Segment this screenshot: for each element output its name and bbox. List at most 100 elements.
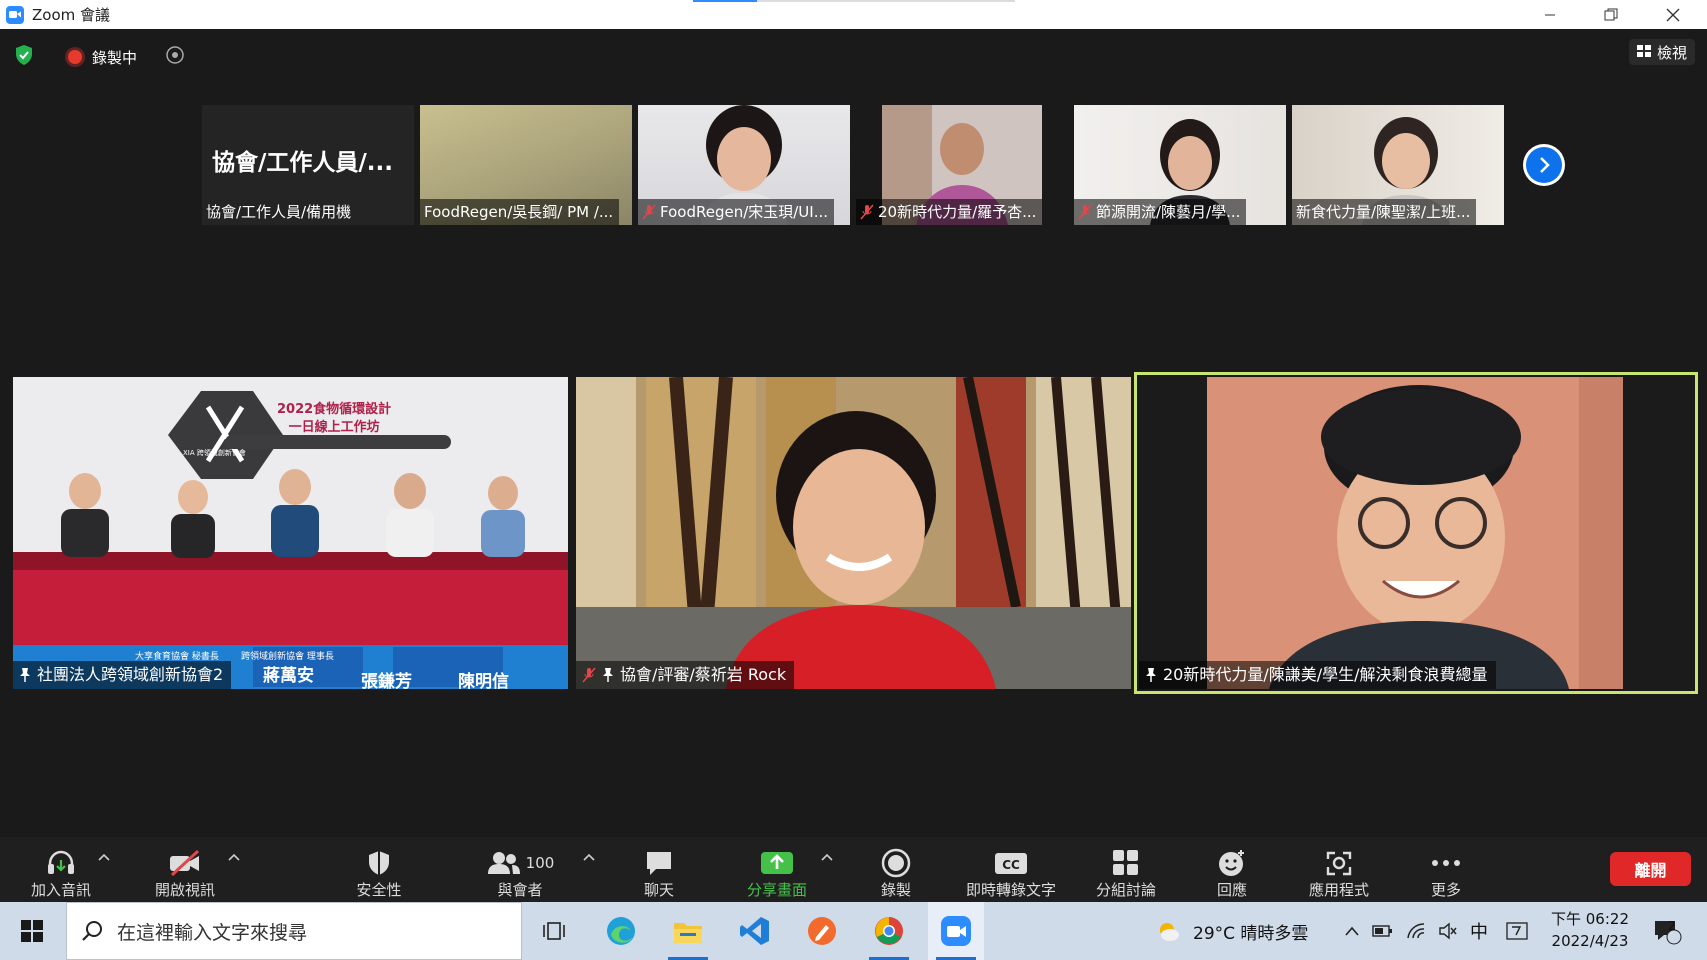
meeting-area: 錄製中 檢視 協會/工作人員/... 協會/工作人員/備用機 FoodRegen… bbox=[0, 29, 1707, 837]
meeting-status-bar: 錄製中 bbox=[14, 43, 185, 71]
live-transcript-label: 即時轉錄文字 bbox=[965, 881, 1056, 899]
zoom-app: Zoom 會議 錄製中 檢視 協會/工作人員/... 協會/工作人員/備用機 F… bbox=[0, 0, 1707, 960]
video-tile[interactable]: 協會/評審/蔡祈岩 Rock bbox=[576, 377, 1131, 689]
reactions-button[interactable]: 回應 bbox=[1193, 837, 1271, 902]
partly-cloudy-icon bbox=[1160, 923, 1179, 941]
participants-count: 100 bbox=[525, 854, 555, 872]
chevron-up-icon bbox=[1345, 926, 1359, 936]
notifications-button[interactable]: 2 bbox=[1652, 902, 1682, 960]
encryption-shield-icon[interactable] bbox=[14, 44, 34, 70]
battery-status[interactable] bbox=[1372, 902, 1394, 960]
recording-control-icon[interactable] bbox=[165, 45, 185, 69]
vscode-app-button[interactable] bbox=[727, 902, 783, 960]
ime-indicator[interactable]: 中 bbox=[1470, 902, 1488, 960]
participants-button[interactable]: 100 與會者 bbox=[482, 837, 558, 902]
share-screen-icon bbox=[760, 846, 794, 880]
record-icon bbox=[881, 846, 911, 880]
more-label: 更多 bbox=[1430, 881, 1461, 899]
muted-mic-icon bbox=[582, 667, 596, 683]
clock-time: 下午 06:22 bbox=[1551, 910, 1629, 928]
start-button[interactable] bbox=[0, 902, 64, 960]
pen-app-icon bbox=[808, 917, 836, 945]
recording-dot-icon bbox=[68, 50, 82, 64]
recording-status: 錄製中 bbox=[92, 48, 138, 67]
more-button[interactable]: 更多 bbox=[1407, 837, 1485, 902]
security-button[interactable]: 安全性 bbox=[340, 837, 418, 902]
zoom-app-button[interactable] bbox=[928, 902, 984, 960]
apps-button[interactable]: 應用程式 bbox=[1298, 837, 1380, 902]
close-button[interactable] bbox=[1650, 0, 1696, 29]
thumbnail-tile[interactable]: FoodRegen/吳長鋼/ PM /... bbox=[420, 105, 632, 225]
pin-icon bbox=[603, 668, 613, 682]
leave-button[interactable]: 離開 bbox=[1610, 852, 1691, 886]
volume-status[interactable] bbox=[1438, 902, 1458, 960]
join-audio-label: 加入音訊 bbox=[30, 881, 91, 899]
task-view-icon bbox=[543, 922, 565, 940]
breakout-grid-icon bbox=[1112, 846, 1140, 880]
active-speaker-border bbox=[1134, 372, 1698, 694]
start-video-button[interactable]: 開啟視訊 bbox=[146, 837, 224, 902]
share-options-chevron-icon[interactable] bbox=[820, 851, 834, 863]
thumbnail-tile[interactable]: 20新時代力量/羅予杏... bbox=[856, 105, 1068, 225]
ime-mode-button[interactable] bbox=[1506, 902, 1528, 960]
search-icon bbox=[82, 921, 102, 941]
share-screen-button[interactable]: 分享畫面 bbox=[736, 837, 818, 902]
chrome-app-button[interactable] bbox=[861, 902, 917, 960]
video-tile[interactable]: 2022食物循環設計 一日線上工作坊 XIA 跨領域創新協會 大享食育協會 秘書… bbox=[13, 377, 568, 689]
battery-icon bbox=[1372, 925, 1392, 937]
apps-icon bbox=[1325, 846, 1353, 880]
reactions-label: 回應 bbox=[1216, 881, 1247, 899]
thumbnail-name: 協會/工作人員/備用機 bbox=[206, 203, 352, 221]
closed-captions-icon: CC bbox=[994, 846, 1028, 880]
thumbnail-tile[interactable]: 協會/工作人員/... 協會/工作人員/備用機 bbox=[202, 105, 414, 225]
breakout-rooms-label: 分組討論 bbox=[1095, 881, 1156, 899]
join-audio-button[interactable]: 加入音訊 bbox=[22, 837, 100, 902]
restore-button[interactable] bbox=[1588, 0, 1634, 29]
thumbnail-tile[interactable]: 節源開流/陳藝月/學... bbox=[1074, 105, 1286, 225]
thumbnail-name: 20新時代力量/羅予杏... bbox=[856, 199, 1043, 225]
pen-app-button[interactable] bbox=[794, 902, 850, 960]
edge-browser-icon bbox=[607, 917, 635, 945]
chevron-right-icon bbox=[1526, 147, 1562, 183]
video-options-chevron-icon[interactable] bbox=[227, 851, 241, 863]
nameplate: 陳明信 bbox=[458, 672, 509, 689]
taskbar-search-box[interactable]: 在這裡輸入文字來搜尋 bbox=[66, 902, 522, 960]
video-off-icon bbox=[168, 846, 202, 880]
muted-mic-icon bbox=[642, 204, 656, 220]
taskbar-clock[interactable]: 下午 06:22 2022/4/23 bbox=[1548, 908, 1632, 952]
zoom-app-icon bbox=[941, 916, 971, 946]
thumbnail-tile[interactable]: FoodRegen/宋玉珼/UI... bbox=[638, 105, 850, 225]
headphones-icon bbox=[45, 846, 77, 880]
next-page-button[interactable] bbox=[1523, 144, 1565, 186]
muted-mic-icon bbox=[860, 204, 874, 220]
participants-label: 與會者 bbox=[497, 881, 543, 899]
live-transcript-button[interactable]: CC 即時轉錄文字 bbox=[955, 837, 1067, 902]
grid-view-icon bbox=[1636, 43, 1651, 61]
participants-options-chevron-icon[interactable] bbox=[582, 851, 596, 863]
share-screen-label: 分享畫面 bbox=[746, 881, 807, 899]
chat-button[interactable]: 聊天 bbox=[620, 837, 698, 902]
file-explorer-button[interactable] bbox=[660, 902, 716, 960]
show-hidden-icons-button[interactable] bbox=[1344, 902, 1360, 960]
window-title: Zoom 會議 bbox=[32, 6, 111, 24]
thumbnail-name: FoodRegen/吳長鋼/ PM /... bbox=[420, 199, 620, 225]
network-status[interactable] bbox=[1406, 902, 1426, 960]
task-view-button[interactable] bbox=[526, 902, 582, 960]
ime-mode-icon bbox=[1506, 922, 1528, 940]
search-placeholder: 在這裡輸入文字來搜尋 bbox=[117, 921, 308, 944]
weather-widget[interactable]: 29°C 晴時多雲 bbox=[1155, 902, 1308, 960]
chrome-browser-icon bbox=[875, 917, 903, 945]
pin-icon bbox=[20, 668, 30, 682]
audio-options-chevron-icon[interactable] bbox=[97, 851, 111, 863]
meeting-toolbar: 加入音訊 開啟視訊 安全性 100 與會者 聊天 分享畫面 錄製 CC 即時轉錄… bbox=[0, 837, 1707, 902]
minimize-button[interactable] bbox=[1527, 0, 1573, 29]
shield-icon bbox=[366, 846, 392, 880]
thumbnail-tile[interactable]: 新食代力量/陳聖潔/上班... bbox=[1292, 105, 1504, 225]
record-button[interactable]: 錄製 bbox=[857, 837, 935, 902]
clock-date: 2022/4/23 bbox=[1551, 932, 1629, 950]
thumbnail-name: 節源開流/陳藝月/學... bbox=[1074, 199, 1247, 225]
breakout-rooms-button[interactable]: 分組討論 bbox=[1086, 837, 1166, 902]
edge-app-button[interactable] bbox=[593, 902, 649, 960]
view-button[interactable]: 檢視 bbox=[1628, 39, 1695, 65]
more-dots-icon bbox=[1431, 846, 1461, 880]
